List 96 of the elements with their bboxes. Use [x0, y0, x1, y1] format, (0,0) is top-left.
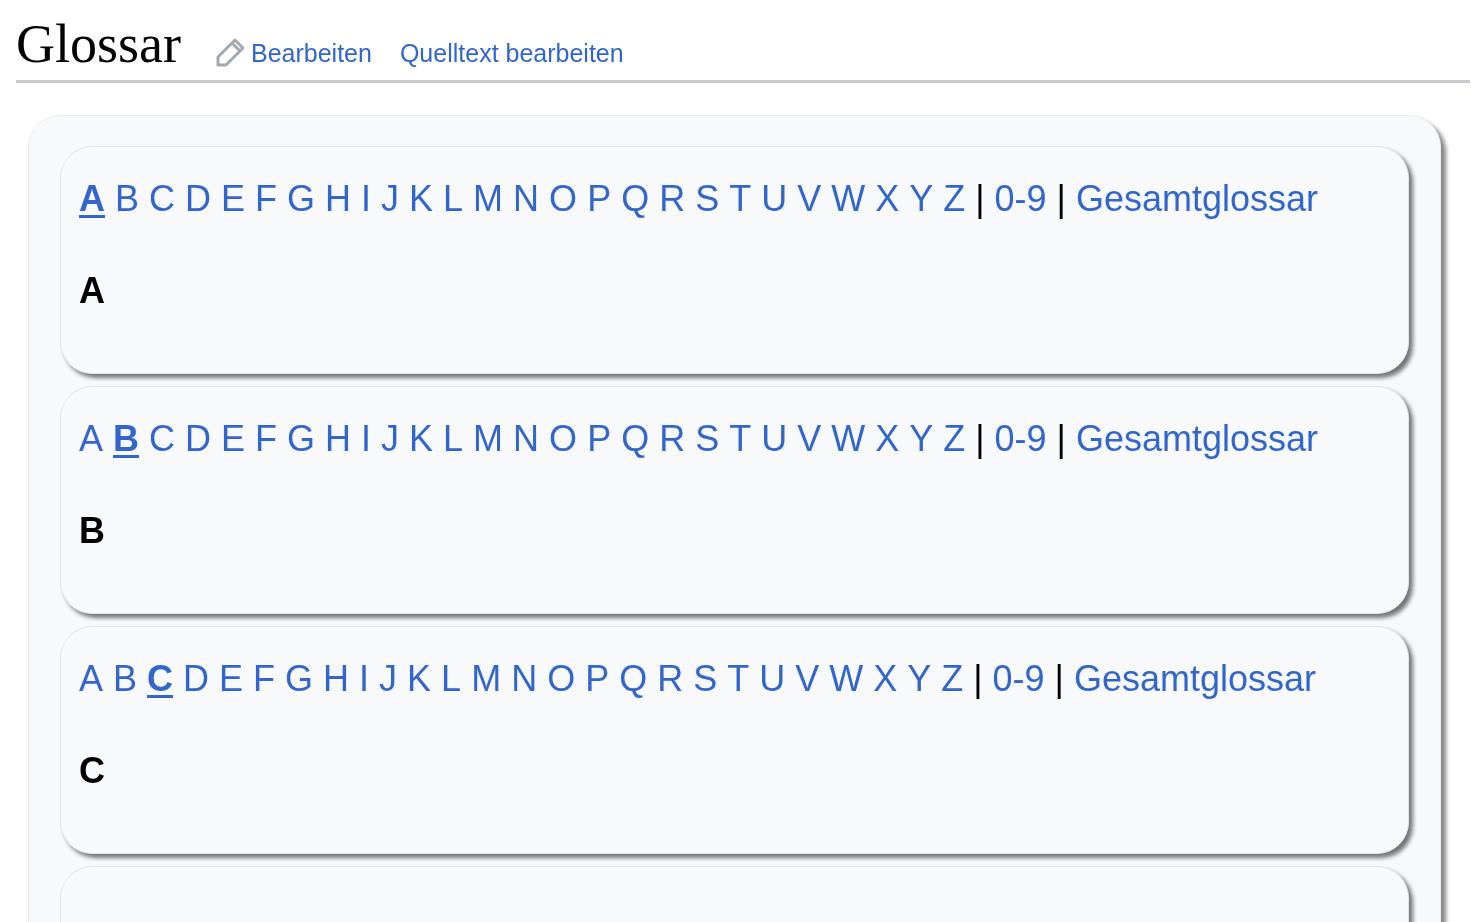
separator: | — [975, 177, 985, 221]
letter-link[interactable]: G — [287, 417, 316, 461]
letter-link[interactable]: U — [761, 417, 788, 461]
letter-link[interactable]: P — [587, 177, 612, 221]
letter-link[interactable]: I — [361, 417, 372, 461]
letter-link[interactable]: E — [221, 177, 246, 221]
letter-link[interactable]: B — [113, 657, 138, 701]
letter-link[interactable]: I — [361, 177, 372, 221]
letter-link[interactable]: B — [115, 177, 139, 221]
letter-link[interactable]: O — [547, 657, 576, 701]
letter-link[interactable]: Q — [621, 177, 650, 221]
letter-link[interactable]: O — [549, 177, 578, 221]
letter-link[interactable]: E — [219, 657, 244, 701]
letter-link[interactable]: H — [325, 417, 352, 461]
letter-link[interactable]: R — [659, 177, 686, 221]
letter-link[interactable]: G — [285, 657, 314, 701]
letter-link[interactable]: M — [473, 177, 504, 221]
letter-link[interactable]: Gesamtglossar — [1075, 177, 1319, 221]
letter-link[interactable]: L — [443, 417, 464, 461]
letter-link[interactable]: E — [221, 417, 246, 461]
letter-link[interactable]: F — [253, 657, 276, 701]
letter-link[interactable]: V — [797, 177, 822, 221]
letter-link[interactable]: J — [381, 177, 400, 221]
letter-link[interactable]: F — [255, 177, 278, 221]
letter-link[interactable]: P — [585, 657, 610, 701]
letter-link[interactable]: G — [287, 177, 316, 221]
letter-link[interactable]: Y — [907, 657, 932, 701]
letter-link[interactable]: N — [513, 177, 540, 221]
letter-link[interactable]: K — [409, 177, 434, 221]
letter-link[interactable]: O — [549, 417, 578, 461]
letter-link[interactable]: Gesamtglossar — [1075, 417, 1319, 461]
letter-link[interactable]: T — [729, 177, 752, 221]
letter-link[interactable]: Z — [943, 177, 966, 221]
letter-link[interactable]: C — [149, 177, 175, 221]
section-heading: B — [79, 511, 106, 551]
letter-link[interactable]: R — [659, 417, 686, 461]
letter-link[interactable]: U — [761, 177, 788, 221]
letter-link[interactable]: W — [829, 657, 864, 701]
letter-link[interactable]: A — [79, 177, 105, 221]
letter-link[interactable]: J — [381, 417, 400, 461]
section-heading: C — [79, 751, 106, 791]
letter-link[interactable]: H — [325, 177, 352, 221]
letter-link[interactable]: M — [471, 657, 502, 701]
letter-link[interactable]: R — [657, 657, 684, 701]
page-title: Glossar — [16, 13, 181, 76]
edit-link[interactable]: Bearbeiten — [251, 34, 372, 72]
letter-link[interactable]: S — [695, 417, 720, 461]
letter-link[interactable]: A — [79, 657, 103, 701]
letter-link[interactable]: D — [185, 177, 211, 221]
letter-link[interactable]: J — [379, 657, 398, 701]
letter-link[interactable]: M — [473, 417, 504, 461]
letter-link[interactable]: W — [831, 417, 866, 461]
letter-link[interactable]: V — [797, 417, 822, 461]
letter-link[interactable]: H — [323, 657, 350, 701]
letter-link[interactable]: X — [875, 177, 900, 221]
letter-link[interactable]: P — [587, 417, 612, 461]
letter-link[interactable]: 0-9 — [994, 417, 1047, 461]
letter-link[interactable]: L — [441, 657, 462, 701]
letter-link[interactable]: F — [255, 417, 278, 461]
letter-link[interactable]: K — [409, 417, 434, 461]
letter-link[interactable]: D — [183, 657, 210, 701]
letter-link[interactable]: Z — [941, 657, 964, 701]
separator: | — [975, 417, 985, 461]
letter-link[interactable]: S — [695, 177, 720, 221]
separator: | — [1056, 417, 1066, 461]
letter-link[interactable]: 0-9 — [992, 657, 1045, 701]
letter-link[interactable]: V — [795, 657, 820, 701]
letter-link[interactable]: 0-9 — [994, 177, 1047, 221]
letter-link[interactable]: U — [759, 657, 786, 701]
letter-link[interactable]: T — [729, 417, 752, 461]
letter-link[interactable]: S — [693, 657, 718, 701]
letter-link[interactable]: C — [147, 657, 174, 701]
letter-link[interactable]: X — [873, 657, 898, 701]
letter-link[interactable]: N — [513, 417, 540, 461]
letter-link[interactable]: Q — [621, 417, 650, 461]
edit-link[interactable]: Quelltext bearbeiten — [399, 34, 624, 72]
letter-link[interactable]: A — [79, 417, 103, 461]
separator: | — [973, 657, 983, 701]
letter-link[interactable]: Z — [943, 417, 966, 461]
letter-link[interactable]: X — [875, 417, 900, 461]
separator: | — [1056, 177, 1066, 221]
letter-link[interactable]: C — [149, 417, 175, 461]
letter-link[interactable]: T — [727, 657, 750, 701]
letter-link[interactable]: K — [407, 657, 432, 701]
letter-link[interactable]: N — [511, 657, 538, 701]
section-heading: A — [79, 271, 106, 311]
letter-link[interactable]: Gesamtglossar — [1073, 657, 1317, 701]
letter-link[interactable]: I — [359, 657, 370, 701]
letter-link[interactable]: D — [185, 417, 211, 461]
letter-link[interactable]: L — [443, 177, 464, 221]
letter-link[interactable]: W — [831, 177, 866, 221]
letter-link[interactable]: Y — [909, 177, 934, 221]
separator: | — [1054, 657, 1064, 701]
letter-link[interactable]: B — [113, 417, 139, 461]
letter-link[interactable]: Y — [909, 417, 934, 461]
letter-link[interactable]: Q — [619, 657, 648, 701]
